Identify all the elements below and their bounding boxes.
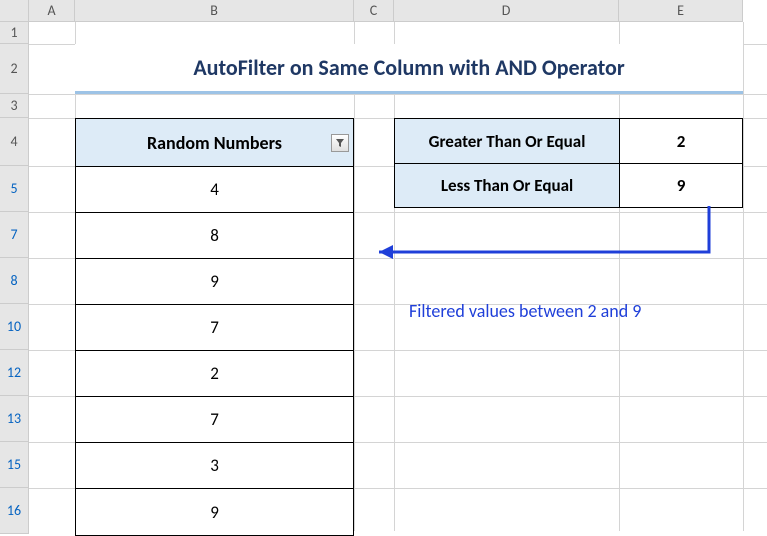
column-headers: A B C D E: [29, 0, 743, 22]
row-headers: 1 2 3 4 5 7 8 10 12 13 15 16: [0, 22, 29, 534]
table-row[interactable]: 7: [76, 305, 353, 351]
col-header-E[interactable]: E: [619, 0, 743, 22]
annotation-text: Filtered values between 2 and 9: [409, 300, 641, 322]
criteria-table: Greater Than Or Equal 2 Less Than Or Equ…: [394, 118, 743, 208]
criteria-row-lte: Less Than Or Equal 9: [395, 163, 742, 207]
row-header-5[interactable]: 5: [0, 166, 29, 212]
table-row[interactable]: 7: [76, 397, 353, 443]
row-header-8[interactable]: 8: [0, 258, 29, 304]
row-header-3[interactable]: 3: [0, 94, 29, 118]
select-all-corner[interactable]: [0, 0, 29, 22]
col-header-D[interactable]: D: [394, 0, 619, 22]
criteria-label: Greater Than Or Equal: [395, 119, 620, 163]
col-header-A[interactable]: A: [29, 0, 75, 22]
table-row[interactable]: 3: [76, 443, 353, 489]
filter-icon: [335, 138, 345, 148]
random-numbers-table: Random Numbers 4 8 9 7 2 7 3 9: [75, 118, 354, 536]
row-header-1[interactable]: 1: [0, 22, 29, 44]
criteria-value[interactable]: 9: [620, 163, 742, 207]
criteria-value[interactable]: 2: [620, 119, 742, 163]
criteria-row-gte: Greater Than Or Equal 2: [395, 119, 742, 163]
row-header-2[interactable]: 2: [0, 44, 29, 94]
row-header-4[interactable]: 4: [0, 118, 29, 166]
table-row[interactable]: 8: [76, 213, 353, 259]
random-numbers-header-text: Random Numbers: [147, 132, 282, 154]
table-row[interactable]: 2: [76, 351, 353, 397]
row-header-16[interactable]: 16: [0, 488, 29, 534]
row-header-12[interactable]: 12: [0, 350, 29, 396]
criteria-label: Less Than Or Equal: [395, 163, 620, 207]
autofilter-button[interactable]: [331, 134, 349, 152]
random-numbers-header: Random Numbers: [76, 119, 353, 167]
row-header-10[interactable]: 10: [0, 304, 29, 350]
table-row[interactable]: 9: [76, 259, 353, 305]
table-row[interactable]: 9: [76, 489, 353, 535]
col-header-B[interactable]: B: [75, 0, 354, 22]
col-header-C[interactable]: C: [354, 0, 394, 22]
row-header-15[interactable]: 15: [0, 442, 29, 488]
table-row[interactable]: 4: [76, 167, 353, 213]
row-header-7[interactable]: 7: [0, 212, 29, 258]
row-header-13[interactable]: 13: [0, 396, 29, 442]
page-title: AutoFilter on Same Column with AND Opera…: [75, 44, 743, 94]
